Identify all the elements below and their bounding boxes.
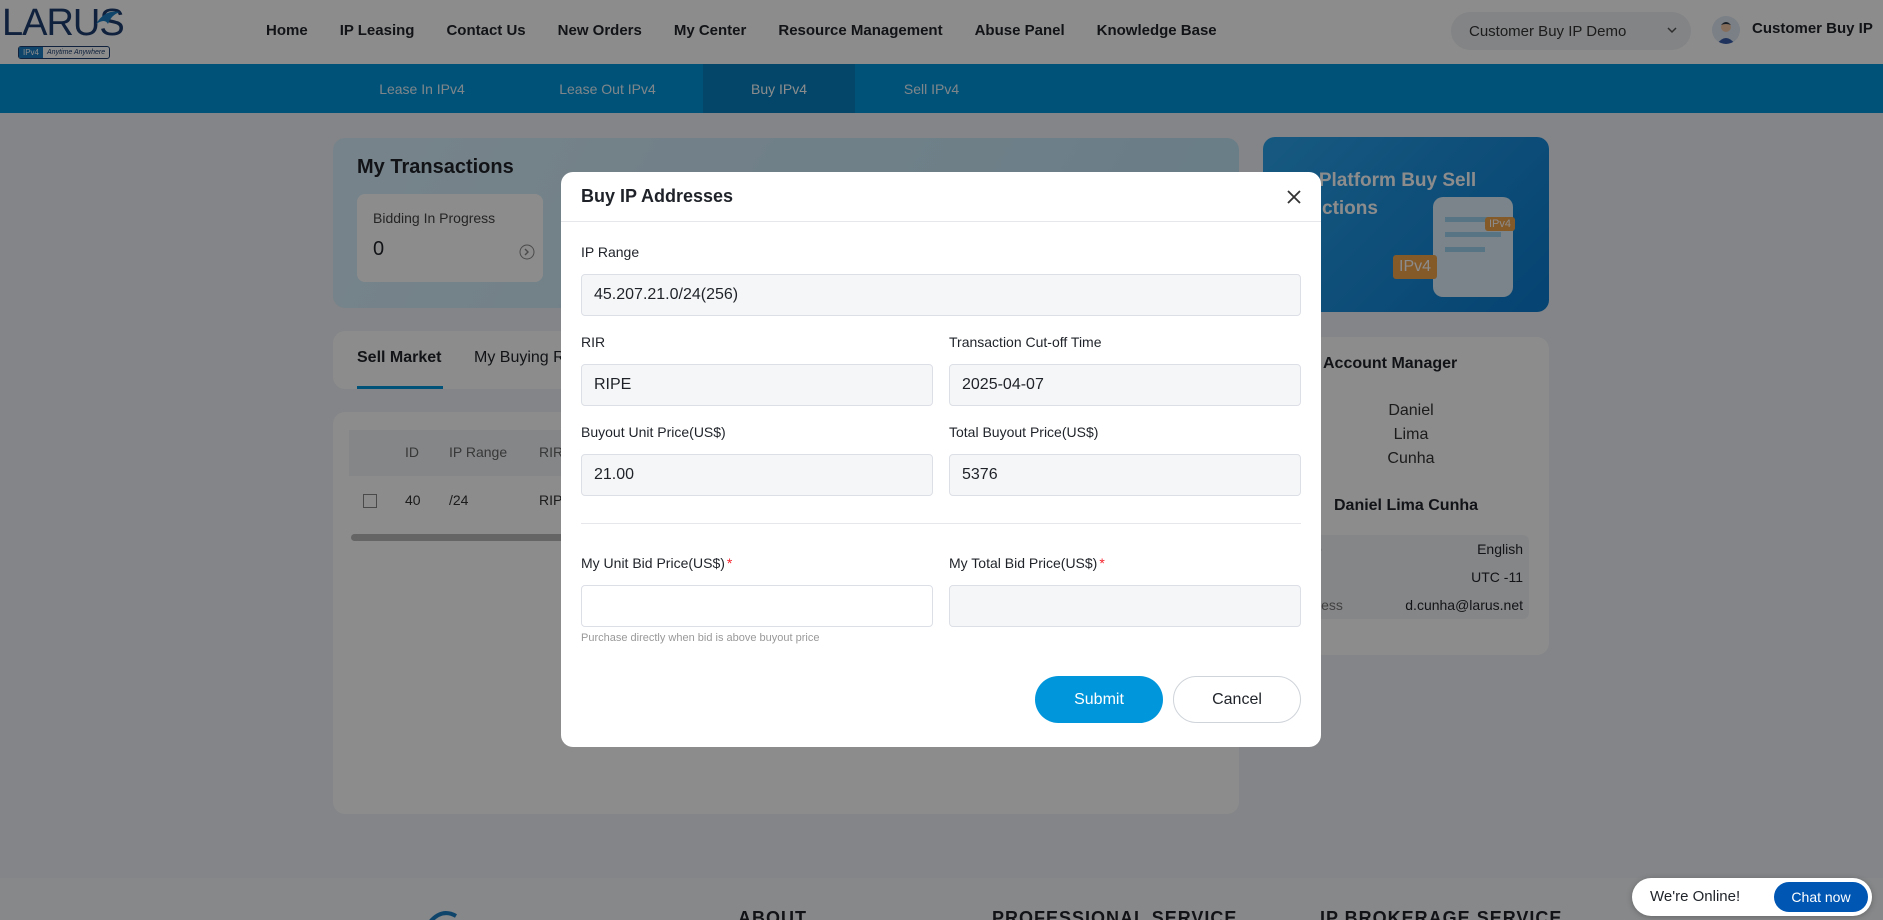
total-buyout-price-label: Total Buyout Price(US$) xyxy=(949,424,1099,440)
required-mark: * xyxy=(726,555,733,571)
buyout-unit-price-field: 21.00 xyxy=(581,454,933,496)
ip-range-label: IP Range xyxy=(581,244,640,260)
cutoff-time-field: 2025-04-07 xyxy=(949,364,1301,406)
chat-now-button[interactable]: Chat now xyxy=(1774,882,1868,912)
buyout-unit-price-label: Buyout Unit Price(US$) xyxy=(581,424,726,440)
cutoff-time-label: Transaction Cut-off Time xyxy=(949,334,1102,350)
my-unit-bid-label: My Unit Bid Price(US$) * xyxy=(581,555,732,571)
close-icon[interactable] xyxy=(1283,186,1305,208)
form-divider xyxy=(581,523,1301,524)
my-unit-bid-input[interactable] xyxy=(581,585,933,627)
total-buyout-price-field: 5376 xyxy=(949,454,1301,496)
rir-field: RIPE xyxy=(581,364,933,406)
my-total-bid-label-text: My Total Bid Price(US$) xyxy=(949,555,1098,571)
ip-range-field: 45.207.21.0/24(256) xyxy=(581,274,1301,316)
bid-hint-text: Purchase directly when bid is above buyo… xyxy=(581,632,820,644)
rir-label: RIR xyxy=(581,334,606,350)
modal-title: Buy IP Addresses xyxy=(581,186,734,206)
my-unit-bid-label-text: My Unit Bid Price(US$) xyxy=(581,555,725,571)
submit-button[interactable]: Submit xyxy=(1035,676,1163,723)
my-total-bid-input[interactable] xyxy=(949,585,1301,627)
my-total-bid-label: My Total Bid Price(US$) * xyxy=(949,555,1105,571)
cancel-button[interactable]: Cancel xyxy=(1173,676,1301,723)
chat-widget: We're Online! Chat now xyxy=(1632,878,1872,916)
required-mark: * xyxy=(1099,555,1105,571)
chat-status: We're Online! xyxy=(1650,888,1741,905)
buy-ip-modal: Buy IP Addresses IP Range 45.207.21.0/24… xyxy=(561,172,1321,747)
modal-header: Buy IP Addresses xyxy=(561,172,1321,222)
